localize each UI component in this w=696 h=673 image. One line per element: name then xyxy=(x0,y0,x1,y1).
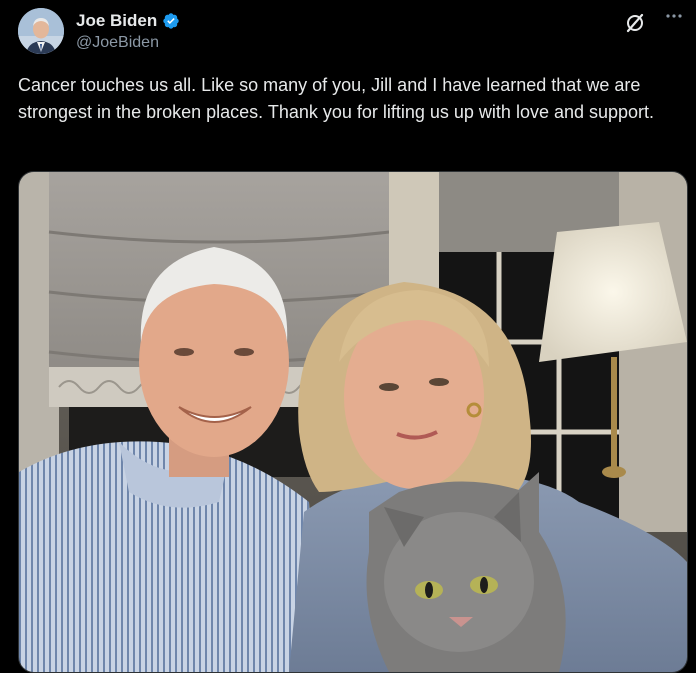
grok-icon[interactable] xyxy=(624,12,646,34)
avatar[interactable] xyxy=(18,8,64,54)
photo-image xyxy=(19,172,687,672)
display-name[interactable]: Joe Biden xyxy=(76,11,157,31)
tweet-photo[interactable] xyxy=(18,171,688,673)
more-options-icon[interactable] xyxy=(662,8,686,32)
avatar-image xyxy=(18,8,64,54)
tweet-text: Cancer touches us all. Like so many of y… xyxy=(18,75,655,122)
name-row: Joe Biden xyxy=(76,10,180,32)
verified-badge-icon[interactable] xyxy=(162,12,180,30)
tweet-header: Joe Biden @JoeBiden xyxy=(18,8,688,58)
tweet-card: Joe Biden @JoeBiden Cancer touches us al… xyxy=(0,0,696,673)
author-handle[interactable]: @JoeBiden xyxy=(76,34,180,52)
author-info: Joe Biden @JoeBiden xyxy=(76,10,180,52)
